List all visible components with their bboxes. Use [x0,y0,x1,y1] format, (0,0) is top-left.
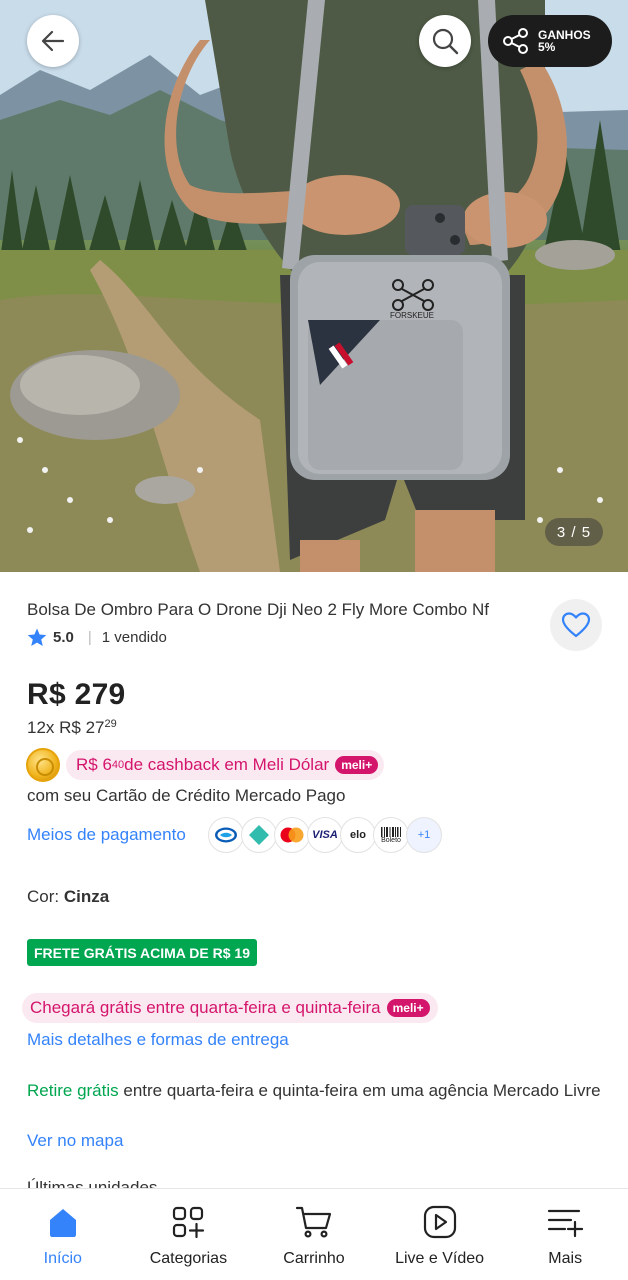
more-payments: +1 [406,817,442,853]
favorite-button[interactable] [550,599,602,651]
share-icon [503,28,528,54]
mercado-pago-icon [208,817,244,853]
visa-label: VISA [312,829,338,841]
back-button[interactable] [27,15,79,67]
arrival-text: Chegará grátis entre quarta-feira e quin… [30,998,381,1017]
arrow-left-icon [41,30,65,52]
visa-icon: VISA [307,817,343,853]
share-earnings-button[interactable]: GANHOS 5% [488,15,612,67]
star-icon [27,628,47,646]
delivery-details-link[interactable]: Mais detalhes e formas de entrega [27,1030,289,1050]
elo-label: elo [350,829,366,841]
rating-row[interactable]: 5.0 | 1 vendido [27,628,167,647]
cashback-text: de cashback em Meli Dólar [124,755,330,774]
installments-value: 12x R$ 27 [27,718,105,737]
cashback-pill[interactable]: R$ 6 40 de cashback em Meli Dólar meli+ [66,750,385,780]
boleto-label: Boleto [381,836,401,844]
installments: 12x R$ 2729 [27,718,117,738]
search-icon [432,28,459,55]
heart-icon [561,612,591,638]
share-earnings-label: GANHOS 5% [538,29,591,53]
nav-item-live-video[interactable]: Live e Vídeo [385,1203,495,1268]
categories-icon [169,1203,207,1241]
nav-item-home[interactable]: Início [8,1203,118,1268]
pickup-text: entre quarta-feira e quinta-feira em uma… [118,1081,601,1100]
search-button[interactable] [419,15,471,67]
nav-label-cart: Carrinho [283,1250,345,1267]
free-shipping-badge: FRETE GRÁTIS ACIMA DE R$ 19 [27,939,257,966]
view-map-link[interactable]: Ver no mapa [27,1131,123,1151]
cashback-subtitle: com seu Cartão de Crédito Mercado Pago [27,786,346,805]
installments-cents: 29 [104,718,117,730]
share-label-line-2: 5% [538,40,556,54]
cart-icon [295,1203,333,1241]
svg-text:FORSKEUE: FORSKEUE [390,311,434,320]
nav-label-more: Mais [548,1250,583,1267]
pickup-info: Retire grátis entre quarta-feira e quint… [27,1079,607,1103]
rating-separator: | [87,629,92,646]
arrival-meli-plus-badge: meli+ [386,999,430,1017]
nav-label-live-video: Live e Vídeo [395,1250,485,1267]
payment-methods-link[interactable]: Meios de pagamento [27,825,186,845]
nav-item-cart[interactable]: Carrinho [259,1203,369,1268]
sold-count: 1 vendido [101,629,167,646]
meli-plus-badge: meli+ [335,756,379,774]
payment-icons[interactable]: VISA elo Boleto +1 [208,817,442,853]
color-value: Cinza [63,887,110,906]
pickup-highlight: Retire grátis [27,1081,119,1100]
product-photo: FORSKEUE [0,0,628,572]
color-selector[interactable]: Cor: Cinza [27,887,109,907]
boleto-icon: Boleto [373,817,409,853]
bottom-navigation: Início Categorias Carrinho Live e Vídeo … [0,1188,628,1280]
pix-icon [241,817,277,853]
cashback-cents: 40 [111,759,125,771]
cashback-amount: R$ 6 [76,755,112,774]
nav-label-home: Início [43,1250,82,1267]
home-icon [44,1203,82,1241]
stock-text-partial: Últimas unidades [27,1178,158,1188]
image-counter: 3 / 5 [545,518,603,546]
elo-icon: elo [340,817,376,853]
product-image[interactable]: FORSKEUE GANHOS 5% 3 / 5 [0,0,628,572]
product-price: R$ 279 [27,678,126,711]
meli-dollar-coin-icon [26,748,60,782]
nav-item-categories[interactable]: Categorias [133,1203,243,1268]
menu-plus-icon [546,1203,584,1241]
product-title: Bolsa De Ombro Para O Drone Dji Neo 2 Fl… [27,600,489,619]
nav-item-more[interactable]: Mais [510,1203,620,1268]
mastercard-icon [274,817,310,853]
rating-score: 5.0 [53,629,74,646]
nav-label-categories: Categorias [149,1250,228,1267]
color-label: Cor: [27,887,64,906]
play-icon [421,1203,459,1241]
arrival-pill: Chegará grátis entre quarta-feira e quin… [22,993,438,1023]
